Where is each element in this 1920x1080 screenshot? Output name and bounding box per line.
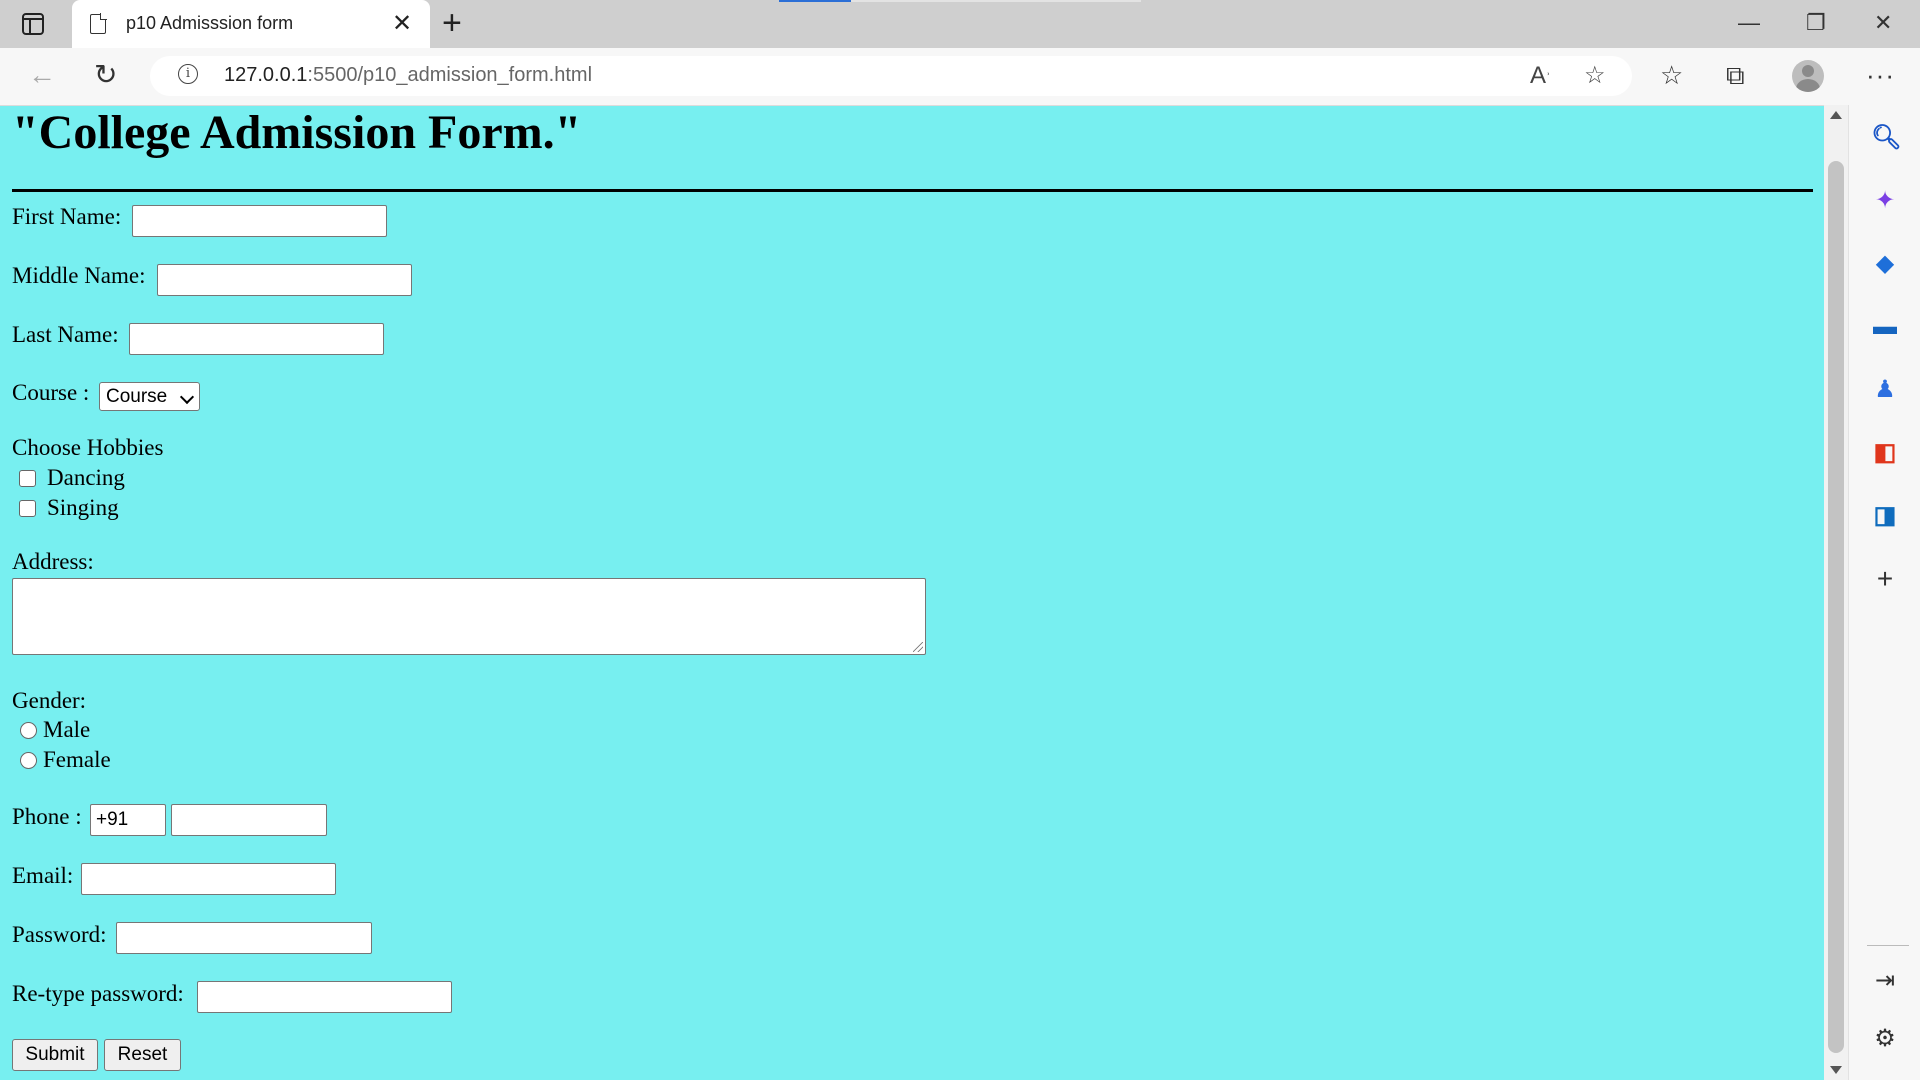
hobbies-heading: Choose Hobbies [12,435,164,460]
add-icon[interactable]: + [1871,565,1899,593]
page-content: "College Admission Form." First Name: Mi… [0,105,1824,1080]
scrollbar-thumb[interactable] [1828,161,1844,1053]
page-icon [90,13,107,34]
outlook-icon[interactable]: ◨ [1871,502,1899,530]
title-divider [12,189,1813,192]
favorites-icon[interactable]: ☆ [1660,60,1683,90]
hide-sidebar-icon[interactable]: ⇥ [1871,967,1899,995]
url-text[interactable]: 127.0.0.1:5500/p10_admission_form.html [224,64,592,87]
address-bar[interactable]: i 127.0.0.1:5500/p10_admission_form.html… [150,56,1632,96]
settings-icon[interactable]: ⚙ [1871,1025,1899,1053]
profile-icon[interactable] [1792,60,1824,92]
shopping-icon[interactable]: ◆ [1871,250,1899,278]
female-radio[interactable] [20,752,37,769]
dancing-label: Dancing [47,465,125,490]
close-icon[interactable]: ✕ [392,10,412,38]
email-input[interactable] [81,863,336,895]
first-name-input[interactable] [132,205,387,237]
singing-checkbox[interactable] [19,500,36,517]
tab-bar: p10 Admisssion form ✕ + — ❐ ✕ [0,0,1920,48]
back-arrow-icon[interactable]: ← [28,60,56,90]
phone-code-value: +91 [96,809,129,830]
retype-password-input[interactable] [197,981,452,1013]
male-radio[interactable] [20,722,37,739]
scroll-up-icon[interactable] [1830,111,1842,119]
last-name-label: Last Name: [12,322,119,347]
singing-label: Singing [47,495,119,520]
info-icon[interactable]: i [178,64,198,84]
dancing-checkbox[interactable] [19,470,36,487]
loading-indicator [779,0,851,2]
vertical-scrollbar[interactable] [1824,105,1848,1080]
copilot-icon[interactable]: ✦ [1871,187,1899,215]
submit-button[interactable]: Submit [12,1039,98,1071]
refresh-icon[interactable]: ↻ [94,60,117,90]
restore-icon[interactable]: ❐ [1806,10,1826,36]
password-label: Password: [12,922,107,947]
course-select[interactable]: Course [99,382,200,411]
minimize-icon[interactable]: — [1738,10,1760,36]
last-name-input[interactable] [129,323,384,355]
resize-grip-icon[interactable] [913,642,923,652]
retype-password-label: Re-type password: [12,981,184,1006]
chevron-down-icon [179,389,195,405]
games-icon[interactable]: ♟ [1871,376,1899,404]
tab-actions-icon[interactable] [22,13,44,35]
read-aloud-icon[interactable]: Aʾ [1530,62,1551,92]
close-icon[interactable]: ✕ [1874,10,1892,36]
female-label: Female [43,747,111,772]
address-bar-row: ← ↻ i 127.0.0.1:5500/p10_admission_form.… [0,48,1920,106]
password-input[interactable] [116,922,372,954]
phone-number-input[interactable] [171,804,327,836]
phone-label: Phone : [12,804,82,829]
collections-icon[interactable]: ⧉ [1726,60,1745,90]
gender-label: Gender: [12,688,87,713]
active-tab[interactable]: p10 Admisssion form ✕ [72,0,430,48]
middle-name-label: Middle Name: [12,263,146,288]
search-icon[interactable]: 🔍︎ [1871,124,1901,152]
page-title: "College Admission Form." [12,106,582,159]
edge-sidebar: 🔍︎ ✦ ◆ ▬ ♟ ◧ ◨ + ⇥ ⚙ [1848,105,1920,1080]
add-favorite-icon[interactable]: ☆ [1584,62,1606,90]
plus-icon[interactable]: + [442,6,462,40]
more-icon[interactable]: ··· [1866,60,1895,90]
address-textarea[interactable] [12,578,926,655]
sidebar-divider [1867,945,1909,946]
scroll-down-icon[interactable] [1830,1066,1842,1074]
email-label: Email: [12,863,74,888]
first-name-label: First Name: [12,204,122,229]
tab-title: p10 Admisssion form [126,13,294,33]
male-label: Male [43,717,91,742]
office-icon[interactable]: ◧ [1871,439,1899,467]
address-label: Address: [12,549,94,574]
course-label: Course : [12,380,90,405]
phone-code-input[interactable]: +91 [90,804,166,836]
tools-icon[interactable]: ▬ [1871,313,1899,341]
course-selected-value: Course [106,386,168,407]
reset-button[interactable]: Reset [104,1039,181,1071]
middle-name-input[interactable] [157,264,412,296]
